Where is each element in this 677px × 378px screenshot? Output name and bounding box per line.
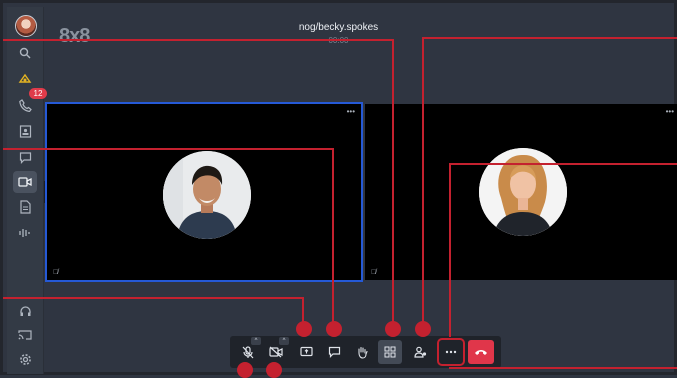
voicemail-icon[interactable] [15, 223, 35, 243]
document-icon[interactable] [15, 197, 35, 217]
callout-line [332, 148, 334, 322]
grid-view-button[interactable] [378, 340, 402, 364]
headset-icon[interactable] [15, 301, 35, 321]
search-icon[interactable] [15, 43, 35, 63]
participants-button[interactable] [408, 340, 432, 364]
settings-icon[interactable] [15, 349, 35, 369]
callout-dot [237, 362, 253, 378]
participant-avatar [163, 151, 251, 239]
callout-line [3, 297, 304, 299]
callout-line [392, 39, 394, 322]
raise-hand-button[interactable] [350, 340, 374, 364]
participant-tile[interactable]: ••• 🎙̸ [365, 104, 677, 280]
tile-options-icon[interactable]: ••• [666, 107, 674, 116]
chat-icon[interactable] [15, 147, 35, 167]
callout-dot [296, 321, 312, 337]
callout-line [3, 39, 394, 41]
call-title: nog/becky.spokes [298, 22, 379, 33]
chat-button[interactable] [322, 340, 346, 364]
callout-line [449, 163, 451, 337]
directory-icon[interactable] [15, 121, 35, 141]
callout-line [302, 297, 304, 322]
cast-icon[interactable] [15, 325, 35, 345]
callout-dot [326, 321, 342, 337]
app-window: 12 8x8 nog/becky.spokes 00:00 ▸ [0, 0, 677, 378]
callout-dot [266, 362, 282, 378]
callout-dot [385, 321, 401, 337]
video-options-chevron-icon[interactable]: ^ [279, 337, 289, 345]
callout-line [422, 37, 424, 322]
callout-line [3, 148, 334, 150]
sidebar: 12 [7, 7, 47, 374]
callout-line [422, 37, 677, 39]
tile-options-icon[interactable]: ••• [347, 107, 355, 116]
mic-options-chevron-icon[interactable]: ^ [251, 337, 261, 345]
notification-badge: 12 [29, 88, 47, 99]
end-call-button[interactable] [468, 340, 494, 364]
callout-line [449, 367, 677, 369]
more-options-button[interactable] [437, 338, 465, 366]
mic-muted-icon: 🎙̸ [371, 269, 377, 276]
video-icon[interactable] [15, 172, 35, 192]
mic-muted-icon: 🎙̸ [53, 269, 59, 276]
contacts-icon[interactable] [15, 69, 35, 89]
participant-avatar [479, 148, 567, 236]
participant-tile[interactable]: ••• 🎙̸ [45, 102, 363, 282]
share-screen-button[interactable] [294, 340, 318, 364]
callout-dot [415, 321, 431, 337]
callout-line [449, 163, 677, 165]
